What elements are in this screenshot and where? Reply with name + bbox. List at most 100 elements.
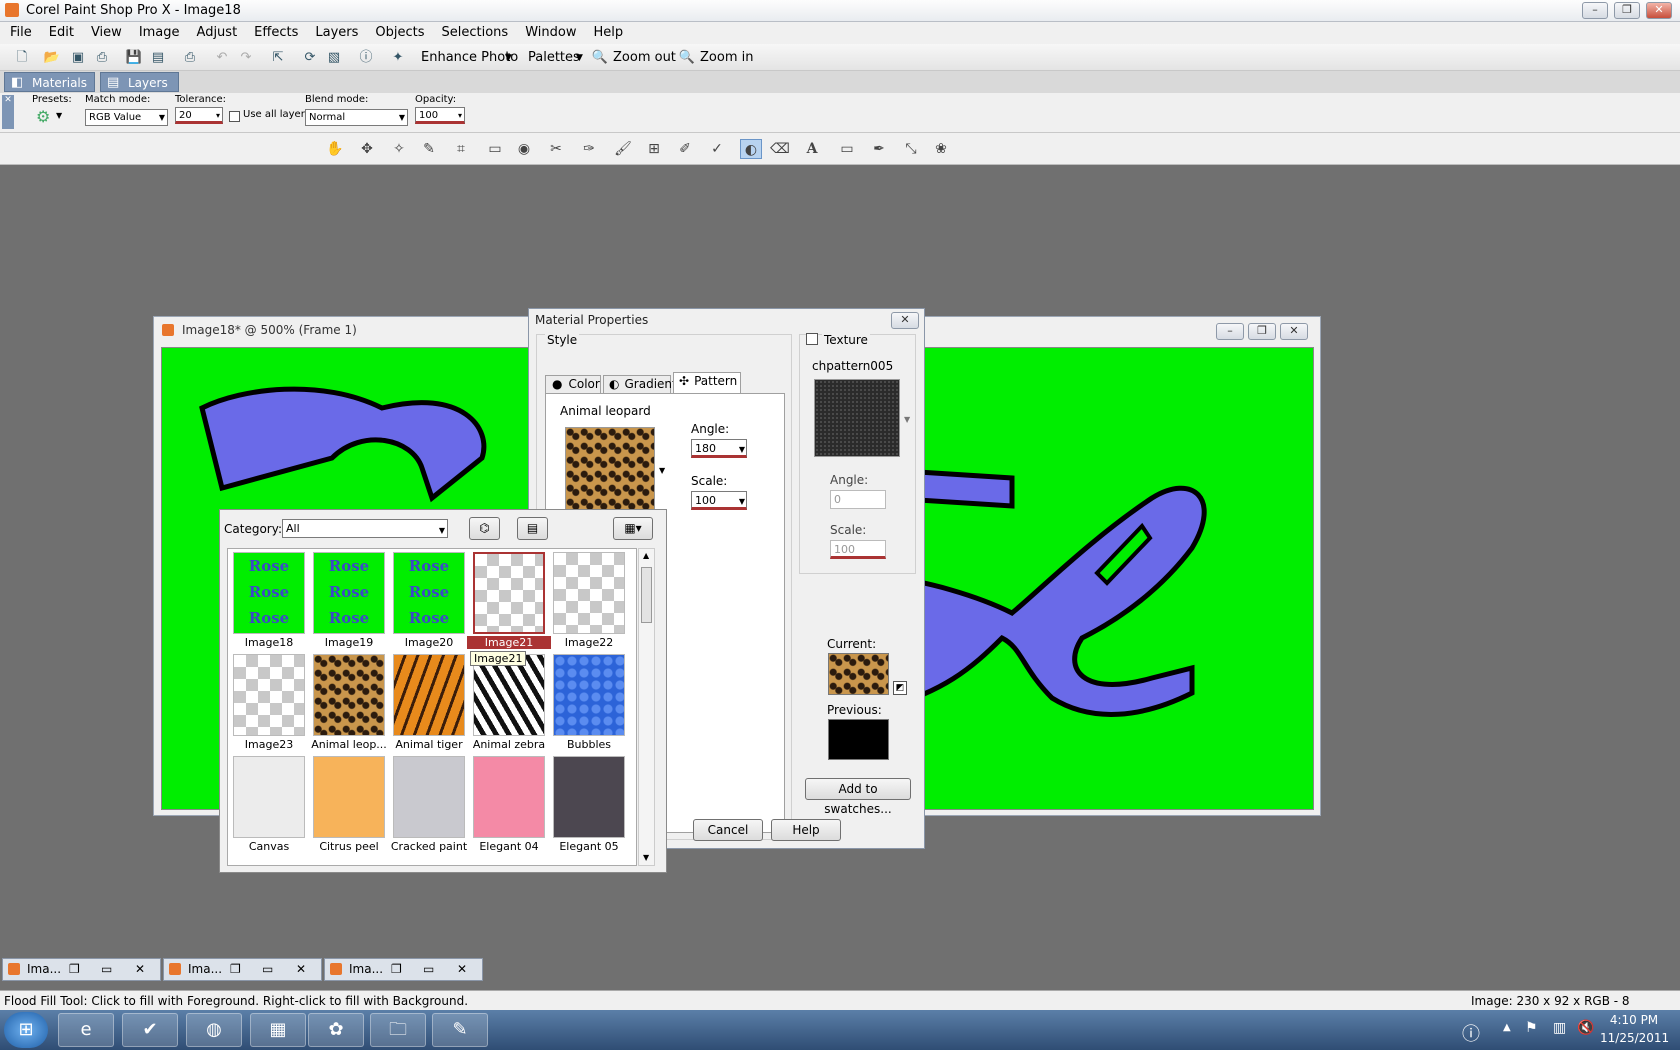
info-tray-icon[interactable]: ⓘ [1462,1020,1480,1046]
pattern-thumbnail[interactable]: Elegant 04 [473,756,545,853]
menu-edit[interactable]: Edit [39,22,81,40]
scrollbar-thumb[interactable] [641,567,652,623]
doc-close-button[interactable]: ✕ [1280,323,1308,340]
open-icon[interactable]: 📂 [42,48,62,68]
maximize-icon[interactable]: ▭ [101,959,112,980]
menu-image[interactable]: Image [129,22,187,40]
restore-button[interactable]: ❐ [1614,2,1640,19]
help-button[interactable]: Help [771,819,841,841]
view-mode-button[interactable]: ▦▾ [613,517,653,540]
minimized-window[interactable]: Ima... ❐ ▭ ✕ [324,958,483,981]
save-icon[interactable]: 💾 [124,48,144,68]
scroll-up-icon[interactable]: ▲ [643,551,649,560]
dialog-close-button[interactable]: ✕ [891,312,919,329]
pattern-thumbnail[interactable]: Rose Rose Rose Image18 [233,552,305,649]
smudge-icon[interactable]: ✓ [706,139,728,159]
maximize-icon[interactable]: ▭ [423,959,434,980]
app-check-icon[interactable]: ✔ [122,1013,178,1047]
minimized-window[interactable]: Ima... ❐ ▭ ✕ [2,958,161,981]
image-icon[interactable]: ▧ [324,48,344,68]
tab-pattern[interactable]: ✣ Pattern [673,372,741,394]
menu-adjust[interactable]: Adjust [187,22,245,40]
menu-help[interactable]: Help [583,22,630,40]
previous-swatch[interactable] [828,719,889,760]
text-tool-icon[interactable]: A [801,139,823,159]
pattern-thumbnail[interactable]: Animal leop... [311,654,387,751]
enhance-icon[interactable]: ✦ [388,48,408,68]
doc-restore-button[interactable]: ❐ [1248,323,1276,340]
menu-view[interactable]: View [81,22,129,40]
menu-objects[interactable]: Objects [365,22,431,40]
pattern-thumbnail[interactable]: Rose Rose Rose Image20 [393,552,465,649]
pattern-thumbnail[interactable]: Image23 [233,654,305,751]
resize-icon[interactable]: ⇱ [268,48,288,68]
paint-shop-pro-icon[interactable]: ✿ [308,1013,364,1047]
paint-brush-icon[interactable]: 🖌 [612,139,634,159]
tab-materials[interactable]: ◧ Materials [4,72,95,92]
tab-layers[interactable]: ▤ Layers [100,72,179,92]
enhance-photo-button[interactable]: Enhance Photo [421,50,518,65]
red-eye-icon[interactable]: ◉ [513,139,535,159]
pattern-thumbnail[interactable]: Citrus peel [313,756,385,853]
tab-color[interactable]: ● Color [545,375,601,394]
texture-checkbox[interactable] [806,333,818,345]
angle-input[interactable]: 180 ▼ [691,439,747,458]
pattern-thumbnail[interactable]: Canvas [233,756,305,853]
pattern-thumbnail[interactable]: Elegant 05 [553,756,625,853]
chevron-down-icon[interactable]: ▼ [56,111,62,120]
info-icon[interactable]: ⓘ [356,48,376,68]
minimize-button[interactable]: – [1582,2,1608,19]
match-mode-select[interactable]: RGB Value ▼ [85,109,168,126]
notepad-icon[interactable]: ✎ [432,1013,488,1047]
pan-tool-icon[interactable]: ✋ [324,139,346,159]
restore-icon[interactable]: ❐ [230,959,241,980]
chevron-down-icon[interactable]: ▼ [659,466,665,475]
blend-mode-select[interactable]: Normal ▼ [305,109,408,126]
menu-effects[interactable]: Effects [244,22,305,40]
start-button[interactable]: ⊞ [4,1012,48,1048]
pattern-preview[interactable] [565,427,655,517]
media-icon[interactable]: ▦ [250,1013,306,1047]
menu-file[interactable]: File [0,22,39,40]
close-button[interactable]: ✕ [1646,2,1672,19]
resource-manager-button[interactable]: ▤ [517,517,548,540]
palettes-button[interactable]: Palettes [528,50,580,65]
refresh-icon[interactable]: ⟳ [300,48,320,68]
dodge-icon[interactable]: ✐ [674,139,696,159]
shape-tool-icon[interactable]: ▭ [836,139,858,159]
cancel-button[interactable]: Cancel [693,819,763,841]
scroll-down-icon[interactable]: ▼ [643,853,649,862]
close-icon[interactable]: ✕ [457,959,467,980]
explorer-icon[interactable]: 🗀 [370,1013,426,1047]
texture-angle-input[interactable]: 0 [830,490,886,509]
pattern-thumbnail[interactable]: Animal tiger [393,654,465,751]
firefox-icon[interactable]: ◍ [186,1013,242,1047]
category-select[interactable]: All ▼ [282,519,448,538]
pattern-thumbnail[interactable]: Bubbles [553,654,625,751]
pattern-thumbnail[interactable]: Rose Rose Rose Image19 [313,552,385,649]
crop-icon[interactable]: ⌗ [450,139,472,159]
restore-icon[interactable]: ❐ [391,959,402,980]
internet-explorer-icon[interactable]: e [58,1013,114,1047]
menu-selections[interactable]: Selections [432,22,516,40]
pattern-thumbnail[interactable]: Cracked paint [391,756,467,853]
texture-preview[interactable] [814,379,900,457]
pattern-options-button[interactable]: ⌬ [469,517,500,540]
zoom-in-button[interactable]: Zoom in [700,50,753,65]
presets-icon[interactable]: ⚙ [36,107,50,126]
clock-time[interactable]: 4:10 PM [1604,1013,1664,1027]
restore-icon[interactable]: ❐ [69,959,80,980]
close-icon[interactable]: ✕ [135,959,145,980]
menu-layers[interactable]: Layers [305,22,365,40]
clone-icon[interactable]: ✑ [578,139,600,159]
redo-icon[interactable]: ↷ [236,48,256,68]
makeover-icon[interactable]: ✂ [545,139,567,159]
chevron-down-icon[interactable]: ▼ [904,415,910,424]
dropper-icon[interactable]: ✎ [418,139,440,159]
pen-tool-icon[interactable]: ✒ [868,139,890,159]
pattern-thumbnail[interactable]: Image22 [553,552,625,649]
clock-date[interactable]: 11/25/2011 [1600,1031,1669,1045]
maximize-icon[interactable]: ▭ [262,959,273,980]
tolerance-input[interactable]: 20 ▾ [175,107,223,124]
undo-icon[interactable]: ↶ [212,48,232,68]
